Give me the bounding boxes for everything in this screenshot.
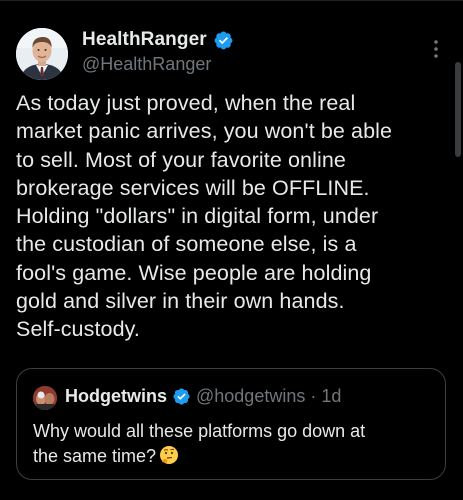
- post-view: HealthRanger @HealthRanger As today just…: [0, 0, 463, 500]
- author-display-name[interactable]: HealthRanger: [82, 29, 207, 51]
- verified-badge-icon: [214, 31, 233, 49]
- author-name-row[interactable]: HealthRanger: [82, 29, 234, 51]
- quoted-author-row[interactable]: Hodgetwins @hodgetwins · 1d: [65, 386, 341, 407]
- verified-badge-icon: [173, 388, 190, 405]
- author-handle[interactable]: @HealthRanger: [82, 54, 211, 75]
- quoted-timestamp[interactable]: 1d: [321, 386, 341, 407]
- more-vertical-icon[interactable]: [430, 38, 442, 60]
- scrollbar-thumb[interactable]: [455, 62, 461, 157]
- quoted-handle[interactable]: @hodgetwins: [196, 386, 305, 407]
- post-text: As today just proved, when the real mark…: [16, 91, 393, 342]
- quoted-post-card[interactable]: Hodgetwins @hodgetwins · 1d Why would al…: [16, 368, 446, 480]
- quoted-post-text-block: Why would all these platforms go down at…: [33, 419, 433, 469]
- quoted-post-text: Why would all these platforms go down at…: [33, 421, 366, 466]
- thinking-face-emoji-icon: [160, 446, 179, 464]
- avatar-photo-icon: [33, 386, 57, 410]
- separator-dot: ·: [310, 386, 317, 406]
- divider: [0, 0, 463, 1]
- author-avatar[interactable]: [16, 28, 68, 80]
- avatar-photo-icon: [16, 28, 68, 80]
- quoted-author-avatar[interactable]: [33, 386, 57, 410]
- quoted-display-name[interactable]: Hodgetwins: [65, 386, 167, 407]
